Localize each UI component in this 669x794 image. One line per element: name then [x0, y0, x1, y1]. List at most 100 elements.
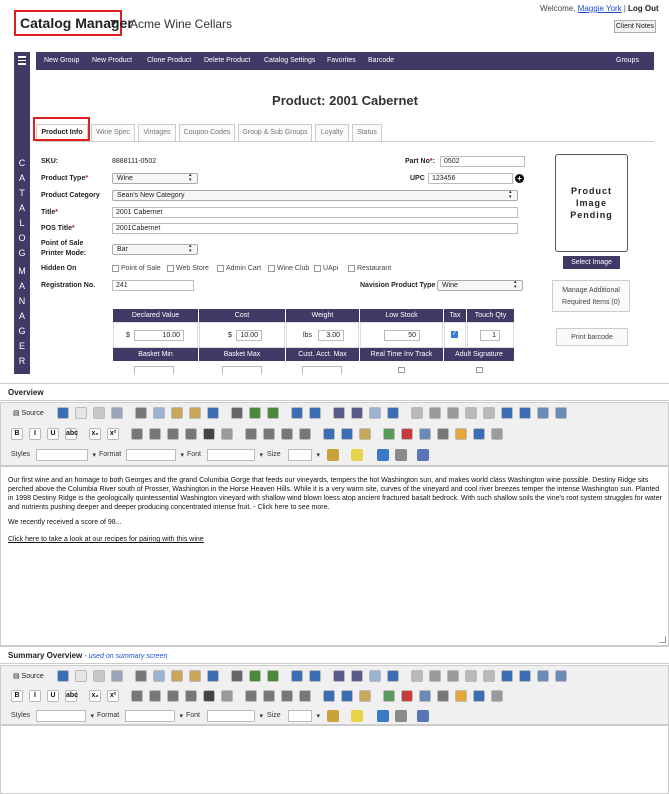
paste-word-icon[interactable]: [207, 670, 219, 682]
tab-status[interactable]: Status: [352, 124, 382, 141]
select-all-icon[interactable]: [369, 407, 381, 419]
logout-link[interactable]: Log Out: [628, 4, 659, 13]
table-icon[interactable]: [419, 428, 431, 440]
italic-icon[interactable]: I: [29, 690, 41, 702]
chevron-down-icon[interactable]: [110, 20, 118, 25]
image-button-icon[interactable]: [537, 407, 549, 419]
smiley-icon[interactable]: [455, 690, 467, 702]
superscript-icon[interactable]: x²: [107, 428, 119, 440]
justify-icon[interactable]: [299, 690, 311, 702]
copy-icon[interactable]: [153, 670, 165, 682]
find-icon[interactable]: [333, 670, 345, 682]
low-stock-input[interactable]: 50: [384, 330, 420, 341]
anchor-icon[interactable]: [359, 690, 371, 702]
cut-icon[interactable]: [135, 670, 147, 682]
horizontal-rule-icon[interactable]: [437, 428, 449, 440]
copy-icon[interactable]: [153, 407, 165, 419]
manage-required-items-button[interactable]: Manage Additional Required Items (0): [552, 280, 630, 312]
declared-value-input[interactable]: 10.00: [134, 330, 184, 341]
recipe-link[interactable]: Click here to take a look at our recipes…: [8, 535, 204, 544]
hidden-on-webstore-checkbox[interactable]: [167, 265, 174, 272]
remove-format-icon[interactable]: [387, 407, 399, 419]
styles-select[interactable]: [36, 710, 94, 722]
page-break-icon[interactable]: [491, 428, 503, 440]
paste-word-icon[interactable]: [207, 407, 219, 419]
bulleted-list-icon[interactable]: [149, 428, 161, 440]
strike-icon[interactable]: abc: [65, 428, 78, 440]
div-icon[interactable]: [221, 428, 233, 440]
about-icon[interactable]: [417, 710, 429, 722]
textfield-icon[interactable]: [465, 670, 477, 682]
hidden-on-admincart-checkbox[interactable]: [217, 265, 224, 272]
redo-icon[interactable]: [309, 407, 321, 419]
about-icon[interactable]: [417, 449, 429, 461]
groups-button[interactable]: Groups: [616, 57, 639, 64]
button-icon[interactable]: [519, 407, 531, 419]
clone-product-button[interactable]: Clone Product: [147, 57, 191, 64]
cut-icon[interactable]: [135, 407, 147, 419]
link-icon[interactable]: [323, 428, 335, 440]
size-select[interactable]: [288, 449, 320, 461]
select-icon[interactable]: [501, 670, 513, 682]
format-select[interactable]: [125, 710, 183, 722]
textarea-icon[interactable]: [483, 407, 495, 419]
div-icon[interactable]: [221, 690, 233, 702]
show-blocks-icon[interactable]: [395, 449, 407, 461]
save-icon[interactable]: [57, 670, 69, 682]
preview-icon[interactable]: [93, 670, 105, 682]
tab-group-sub-groups[interactable]: Group & Sub Groups: [238, 124, 312, 141]
unlink-icon[interactable]: [341, 428, 353, 440]
paste-text-icon[interactable]: [189, 670, 201, 682]
undo-icon[interactable]: [291, 407, 303, 419]
textfield-icon[interactable]: [465, 407, 477, 419]
new-group-button[interactable]: New Group: [44, 57, 79, 64]
styles-select[interactable]: [36, 449, 96, 461]
spellcheck-menu-icon[interactable]: [267, 407, 279, 419]
unlink-icon[interactable]: [341, 690, 353, 702]
image-icon[interactable]: [383, 690, 395, 702]
align-right-icon[interactable]: [281, 690, 293, 702]
replace-icon[interactable]: [351, 407, 363, 419]
superscript-icon[interactable]: x²: [107, 690, 119, 702]
paste-text-icon[interactable]: [189, 407, 201, 419]
preview-icon[interactable]: [93, 407, 105, 419]
checkbox-icon[interactable]: [429, 670, 441, 682]
hidden-field-icon[interactable]: [555, 670, 567, 682]
new-page-icon[interactable]: [75, 407, 87, 419]
find-icon[interactable]: [333, 407, 345, 419]
product-category-select[interactable]: Sean's New Category: [112, 190, 518, 201]
upc-input[interactable]: 123456: [428, 173, 513, 184]
link-icon[interactable]: [323, 690, 335, 702]
table-icon[interactable]: [419, 690, 431, 702]
print-icon[interactable]: [231, 407, 243, 419]
source-button[interactable]: ▤ Source: [13, 409, 44, 417]
outdent-icon[interactable]: [167, 690, 179, 702]
paste-icon[interactable]: [171, 670, 183, 682]
text-color-icon[interactable]: [327, 710, 339, 722]
hidden-on-wineclub-checkbox[interactable]: [268, 265, 275, 272]
hamburger-icon[interactable]: [18, 56, 26, 67]
hidden-on-restaurant-checkbox[interactable]: [348, 265, 355, 272]
checkbox-icon[interactable]: [429, 407, 441, 419]
hidden-on-uapi-checkbox[interactable]: [314, 265, 321, 272]
select-icon[interactable]: [501, 407, 513, 419]
spellcheck-icon[interactable]: [249, 407, 261, 419]
redo-icon[interactable]: [309, 670, 321, 682]
subscript-icon[interactable]: x₂: [89, 428, 101, 440]
navision-select[interactable]: Wine: [437, 280, 523, 291]
background-color-icon[interactable]: [351, 710, 363, 722]
new-page-icon[interactable]: [75, 670, 87, 682]
tax-checkbox[interactable]: [451, 330, 458, 338]
size-select[interactable]: [288, 710, 320, 722]
print-barcode-button[interactable]: Print barcode: [556, 328, 628, 346]
maximize-icon[interactable]: [377, 710, 389, 722]
catalog-manager-sidebar[interactable]: CATALOG MANAGER: [14, 52, 30, 374]
indent-icon[interactable]: [185, 690, 197, 702]
bold-icon[interactable]: B: [11, 690, 23, 702]
pos-title-input[interactable]: 2001Cabernet: [112, 223, 518, 234]
spellcheck-icon[interactable]: [249, 670, 261, 682]
subscript-icon[interactable]: x₂: [89, 690, 101, 702]
indent-icon[interactable]: [185, 428, 197, 440]
underline-icon[interactable]: U: [47, 428, 59, 440]
print-icon[interactable]: [231, 670, 243, 682]
